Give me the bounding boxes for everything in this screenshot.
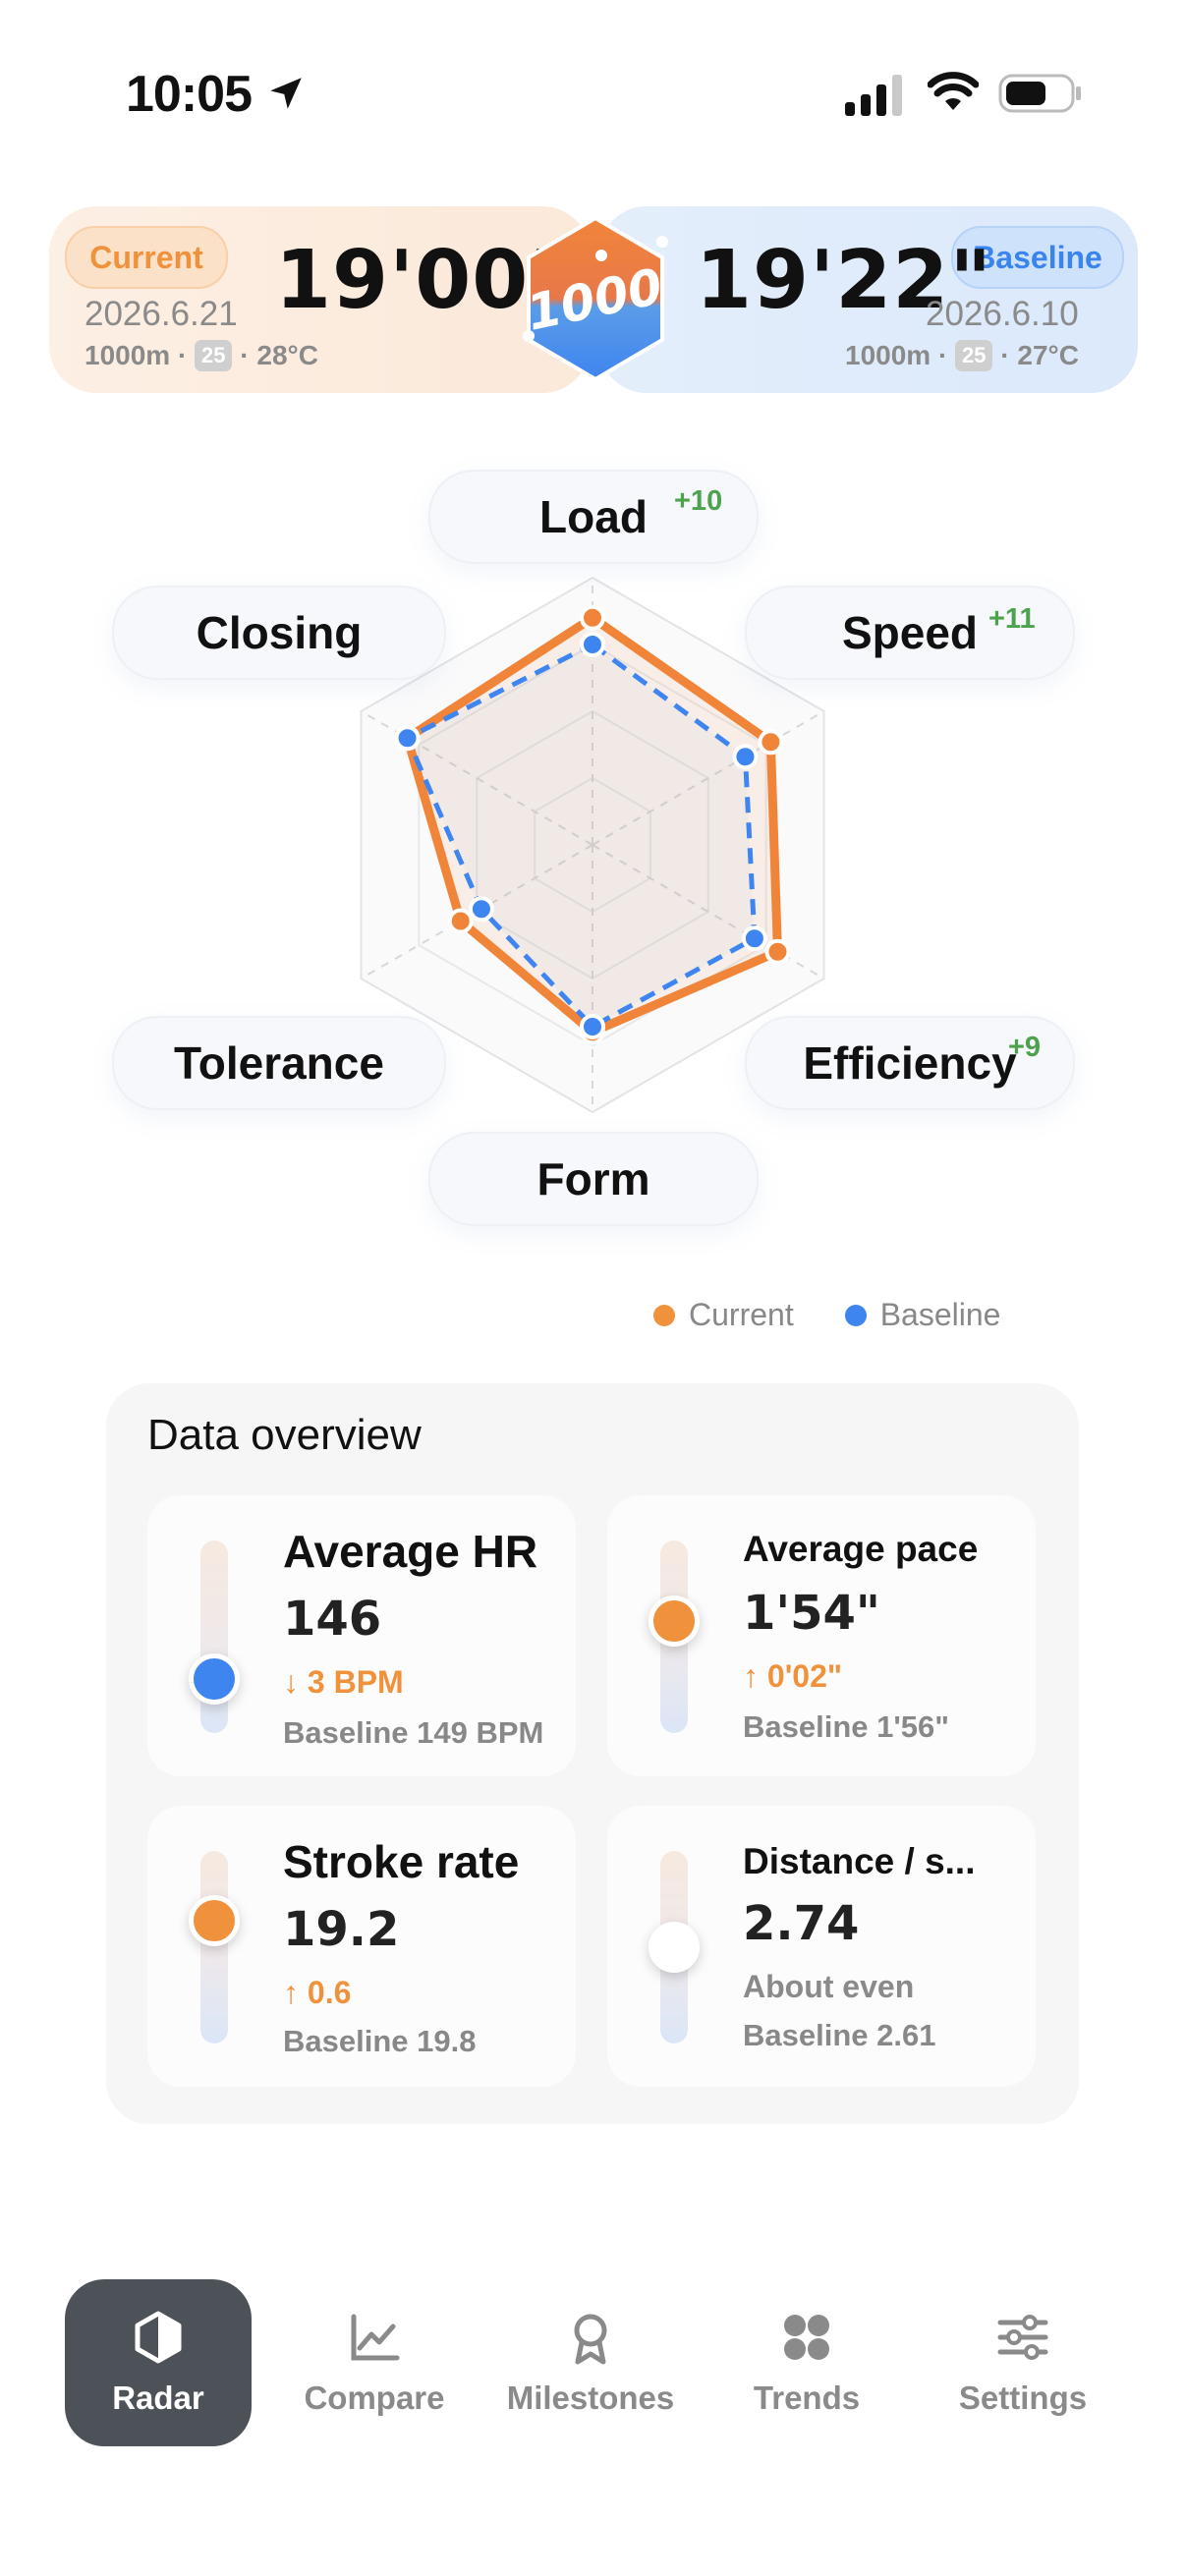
current-temp: · 28°C [240,340,318,370]
axis-label: Load [539,491,648,542]
metric-delta: ↓ 3 BPM [283,1664,404,1700]
radar-hex-icon [135,2311,182,2364]
legend-current-label: Current [689,1297,794,1332]
metric-name: Stroke rate [283,1836,520,1887]
metric-delta: About even [743,1969,915,2004]
metric-name: Distance / s... [743,1841,976,1881]
axis-tolerance[interactable]: Tolerance [112,1016,446,1110]
tab-label: Settings [958,2380,1088,2416]
legend-baseline-dot [844,1304,867,1326]
tab-compare[interactable]: Compare [281,2279,468,2446]
axis-speed-delta: +11 [988,603,1036,635]
axis-label: Speed [841,607,979,658]
metric-value: 146 [283,1592,382,1647]
axis-closing[interactable]: Closing [112,586,446,680]
metric-name: Average HR [283,1526,538,1577]
radar-point-baseline [468,896,494,923]
metric-delta: ↑ 0'02" [743,1658,843,1694]
baseline-meta: 1000m · 25 · 27°C [845,340,1079,371]
baseline-distance: 1000m · [845,340,948,370]
metric-level-knob [649,1922,700,1973]
sliders-icon [997,2315,1048,2360]
baseline-temp: · 27°C [1000,340,1079,370]
tab-label: Milestones [506,2380,675,2416]
axis-label: Efficiency [803,1037,1017,1089]
axis-load-delta: +10 [674,485,723,517]
axis-label: Closing [196,607,363,658]
metric-level-knob [649,1596,700,1648]
metric-value: 19.2 [283,1902,400,1957]
axis-label: Tolerance [174,1037,384,1089]
tab-settings[interactable]: Settings [930,2279,1116,2446]
tab-radar[interactable]: Radar [65,2279,252,2446]
metric-level-track [200,1851,228,2044]
metric-value: 1'54" [743,1586,880,1641]
radar-point-baseline [580,632,605,657]
location-arrow-icon [270,78,302,109]
baseline-date: 2026.6.10 [926,295,1079,333]
metric-baseline: Baseline 149 BPM [283,1715,544,1750]
tab-label: Radar [112,2380,204,2416]
wifi-icon [928,72,979,110]
tab-trends[interactable]: Trends [713,2279,900,2446]
tab-label: Trends [753,2380,861,2416]
radar-point-current [580,604,605,631]
current-lane-badge: 25 [195,340,233,371]
cellular-signal-icon [845,75,902,116]
radar-point-baseline [741,925,767,952]
current-tag: Current [65,226,228,289]
metric-level-knob [189,1653,240,1706]
metric-baseline: Baseline 2.61 [743,2018,936,2052]
grid-dots-icon [784,2315,829,2360]
radar-point-current [764,938,791,965]
data-overview-title: Data overview [147,1411,422,1459]
radar-point-baseline [394,725,421,752]
axis-label: Form [536,1153,650,1204]
tab-milestones[interactable]: Milestones [497,2279,684,2446]
status-time: 10:05 [126,66,253,123]
metric-value: 2.74 [743,1896,860,1951]
radar-point-baseline [580,1013,605,1039]
metric-baseline: Baseline 1'56" [743,1709,949,1744]
legend-current-dot [653,1304,675,1326]
tab-label: Compare [304,2380,445,2416]
battery-icon [998,74,1081,113]
medal-icon [574,2314,607,2365]
chart-legend: Current Baseline [653,1297,1000,1333]
legend-baseline-label: Baseline [879,1297,1001,1332]
current-meta: 1000m · 25 · 28°C [85,340,318,371]
metric-baseline: Baseline 19.8 [283,2024,477,2058]
axis-efficiency-delta: +9 [1008,1032,1042,1063]
radar-point-baseline [732,744,759,770]
metric-name: Average pace [743,1529,979,1569]
radar-point-current [447,908,474,934]
metric-delta: ↑ 0.6 [283,1975,352,2010]
baseline-lane-badge: 25 [955,340,993,371]
current-distance: 1000m · [85,340,188,370]
radar-point-current [758,729,784,756]
chart-line-icon [351,2314,400,2361]
axis-form[interactable]: Form [428,1132,759,1226]
current-date: 2026.6.21 [85,295,238,333]
metric-level-knob [189,1894,240,1946]
distance-hex-logo: 1000 [522,215,668,382]
